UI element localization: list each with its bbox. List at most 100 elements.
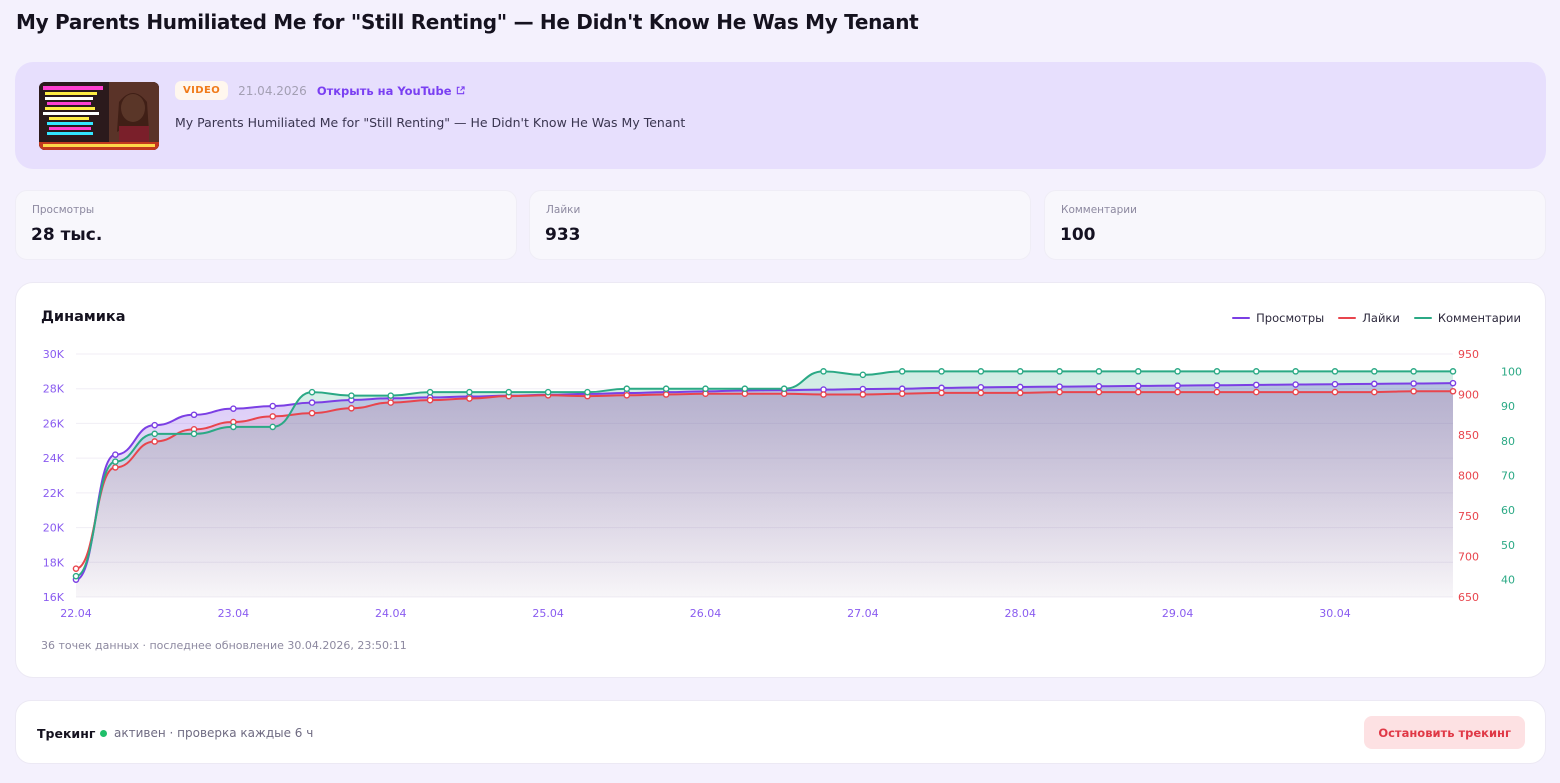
data-point	[1213, 368, 1221, 375]
data-point	[1371, 388, 1378, 396]
x-tick-label: 24.04	[375, 607, 407, 620]
tracking-label: Трекинг	[37, 726, 96, 741]
dynamics-chart-card: Динамика Просмотры Лайки Комментарии 30K…	[15, 282, 1546, 678]
data-point	[1449, 379, 1457, 387]
y-right-tick-label: 750	[1458, 510, 1479, 523]
x-tick-label: 27.04	[847, 607, 879, 620]
data-point	[1292, 368, 1299, 375]
data-point	[1134, 368, 1142, 375]
data-point	[426, 388, 434, 396]
data-point	[151, 421, 158, 429]
data-point	[1331, 380, 1339, 388]
stat-label: Лайки	[546, 204, 581, 216]
x-tick-label: 29.04	[1162, 607, 1194, 620]
data-point	[1174, 368, 1181, 375]
stat-value: 28 тыс.	[31, 225, 103, 245]
data-point	[1016, 368, 1024, 375]
y-right-tick-label: 700	[1458, 551, 1479, 564]
data-point	[151, 430, 158, 438]
stat-card-likes: Лайки 933	[529, 190, 1031, 260]
video-description: My Parents Humiliated Me for "Still Rent…	[175, 115, 686, 130]
y-right-tick-label: 900	[1458, 389, 1479, 402]
data-point	[1016, 383, 1024, 391]
y-right2-tick-label: 80	[1501, 435, 1515, 448]
data-point	[348, 404, 355, 412]
data-point	[1174, 388, 1181, 396]
video-type-badge: VIDEO	[175, 81, 229, 100]
y-left-tick-label: 26K	[43, 417, 65, 430]
data-point	[308, 409, 316, 417]
video-thumbnail[interactable]	[39, 82, 159, 150]
stat-label: Просмотры	[32, 204, 95, 216]
data-point	[702, 385, 709, 393]
data-point	[1410, 368, 1417, 375]
y-right2-tick-label: 100	[1501, 365, 1522, 378]
data-point	[1410, 387, 1417, 395]
data-point	[466, 395, 473, 402]
tracking-card: Трекинг активен · проверка каждые 6 ч Ос…	[15, 700, 1546, 764]
data-point	[151, 438, 158, 445]
open-youtube-label: Открыть на YouTube	[316, 83, 452, 98]
y-right-tick-label: 650	[1458, 591, 1479, 604]
data-point	[190, 430, 198, 438]
data-point	[898, 368, 906, 375]
y-right2-tick-label: 60	[1501, 504, 1515, 517]
data-point	[1174, 382, 1181, 389]
data-point	[1252, 388, 1260, 396]
data-point	[1252, 368, 1260, 375]
data-point	[1056, 388, 1063, 396]
dynamics-chart[interactable]: 30K 28K 26K 24K 22K 20K 18K 16K 950 900 850 800 750 7…	[16, 283, 1547, 679]
data-point	[1371, 380, 1378, 388]
x-tick-label: 26.04	[690, 607, 722, 620]
y-left-tick-label: 30K	[43, 348, 65, 361]
data-point	[977, 389, 985, 397]
data-point	[269, 402, 277, 410]
data-point	[1095, 382, 1103, 390]
data-point	[112, 451, 119, 458]
y-right-tick-label: 850	[1458, 429, 1479, 442]
data-point	[938, 368, 945, 375]
data-point	[1056, 383, 1063, 390]
data-point	[1095, 388, 1103, 396]
data-point	[623, 385, 631, 393]
data-point	[426, 396, 434, 404]
data-point	[269, 413, 277, 420]
data-point	[1213, 381, 1221, 389]
data-point	[780, 385, 788, 393]
data-point	[1331, 368, 1339, 375]
data-point	[269, 423, 277, 431]
data-point	[112, 458, 119, 465]
data-point	[230, 423, 237, 431]
stat-value: 933	[545, 225, 581, 245]
chart-footer: 36 точек данных · последнее обновление 3…	[41, 639, 407, 652]
stop-tracking-button[interactable]: Остановить трекинг	[1364, 716, 1525, 749]
data-point	[859, 385, 867, 393]
data-point	[112, 464, 119, 471]
data-point	[72, 565, 80, 572]
y-left-tick-label: 20K	[43, 522, 65, 535]
data-point	[466, 388, 473, 396]
data-point	[820, 391, 827, 398]
data-point	[387, 399, 395, 406]
data-point	[1252, 381, 1260, 389]
data-point	[308, 399, 316, 406]
data-point	[977, 384, 985, 391]
open-youtube-link[interactable]: Открыть на YouTube	[317, 84, 465, 98]
stat-card-comments: Комментарии 100	[1044, 190, 1546, 260]
y-right2-tick-label: 50	[1501, 539, 1515, 552]
data-point	[859, 371, 867, 379]
y-right2-tick-label: 40	[1501, 574, 1515, 587]
data-point	[1292, 388, 1299, 396]
stat-label: Комментарии	[1061, 204, 1137, 216]
x-tick-label: 25.04	[532, 607, 564, 620]
data-point	[72, 572, 80, 580]
stat-card-views: Просмотры 28 тыс.	[15, 190, 517, 260]
data-point	[544, 388, 552, 396]
page-title: My Parents Humiliated Me for "Still Rent…	[16, 10, 919, 34]
data-point	[584, 388, 591, 396]
video-thumbnail-icon	[39, 82, 159, 150]
video-card: VIDEO 21.04.2026 Открыть на YouTube My P…	[15, 62, 1546, 169]
data-point	[1134, 382, 1142, 390]
y-right2-tick-label: 70	[1501, 470, 1515, 483]
x-tick-label: 23.04	[218, 607, 250, 620]
